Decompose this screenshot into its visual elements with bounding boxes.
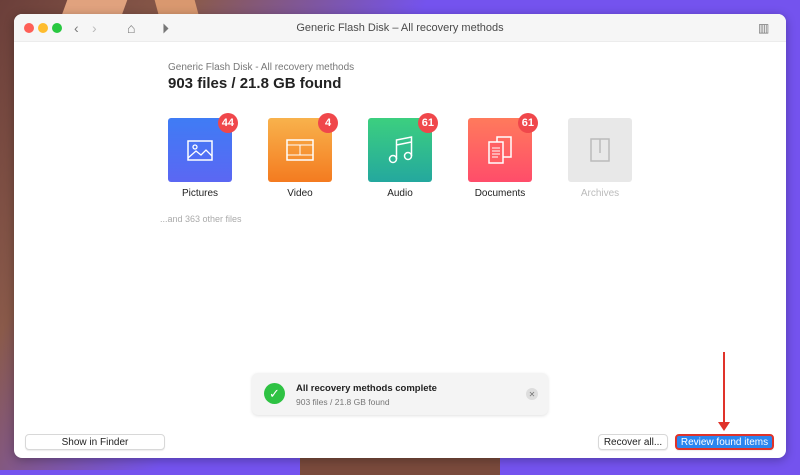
review-found-items-button[interactable]: Review found items xyxy=(675,434,774,450)
app-window: ‹ › ⌂ ⏵ Generic Flash Disk – All recover… xyxy=(14,14,786,458)
category-label: Video xyxy=(287,188,313,199)
count-badge: 61 xyxy=(517,113,538,133)
documents-icon xyxy=(488,136,512,164)
scan-source: Generic Flash Disk - All recovery method… xyxy=(168,62,355,73)
close-icon[interactable]: ✕ xyxy=(526,388,538,400)
category-label: Audio xyxy=(387,188,413,199)
category-archives[interactable] xyxy=(568,118,632,182)
desktop-shape xyxy=(300,455,500,475)
category-pictures[interactable]: 44 xyxy=(168,113,238,182)
annotation-arrowhead xyxy=(718,422,730,431)
category-documents[interactable]: 61 xyxy=(468,113,538,182)
category-label: Pictures xyxy=(181,188,219,199)
checkmark-icon: ✓ xyxy=(264,383,285,404)
window-title: Generic Flash Disk – All recovery method… xyxy=(296,22,504,34)
completion-toast: ✓ All recovery methods complete 903 file… xyxy=(252,373,548,415)
titlebar: ‹ › ⌂ ⏵ Generic Flash Disk – All recover… xyxy=(14,14,786,42)
count-badge: 61 xyxy=(417,113,438,133)
toast-title: All recovery methods complete xyxy=(296,383,437,394)
music-note-icon xyxy=(388,136,413,164)
show-in-finder-button[interactable]: Show in Finder xyxy=(25,434,165,450)
scan-summary: 903 files / 21.8 GB found xyxy=(168,75,342,92)
toast-detail: 903 files / 21.8 GB found xyxy=(296,397,390,407)
count-badge: 44 xyxy=(217,113,238,133)
category-video[interactable]: 4 xyxy=(268,113,338,182)
sidebar-toggle-icon[interactable]: ▥ xyxy=(758,19,769,37)
category-label: Archives xyxy=(580,188,620,199)
recover-all-button[interactable]: Recover all... xyxy=(598,434,668,450)
annotation-arrow xyxy=(723,352,725,424)
other-files-link[interactable]: ...and 363 other files xyxy=(160,214,242,224)
count-badge: 4 xyxy=(318,113,338,133)
film-icon xyxy=(286,139,314,161)
picture-icon xyxy=(187,140,213,161)
category-label: Documents xyxy=(474,188,526,199)
archive-icon xyxy=(590,138,610,162)
category-audio[interactable]: 61 xyxy=(368,113,438,182)
